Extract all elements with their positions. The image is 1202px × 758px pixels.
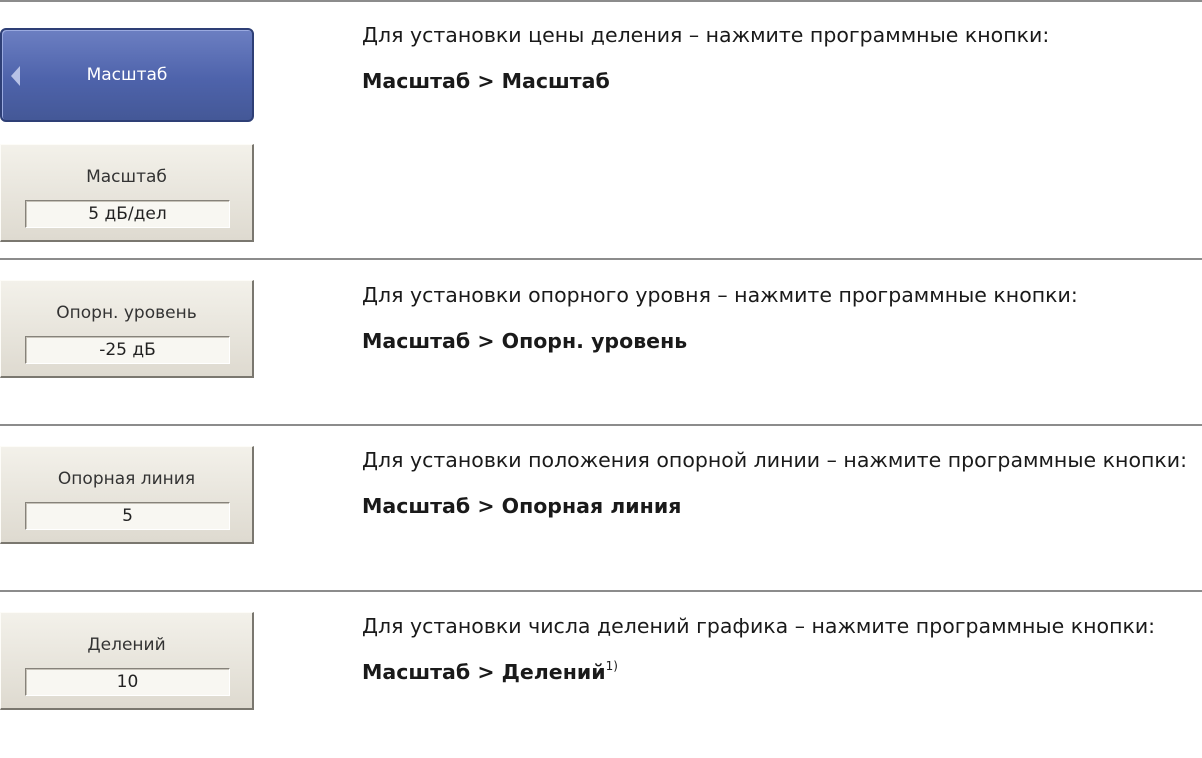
softkey-value: 5 дБ/дел [25, 200, 230, 228]
softkey-path: Масштаб > Опорная линия [362, 494, 682, 518]
footnote-mark: 1) [605, 659, 618, 673]
softkey-path: Масштаб > Делений1) [362, 657, 1188, 688]
row-description: Для установки цены деления – нажмите про… [362, 20, 1188, 97]
reference-level-softkey[interactable]: Опорн. уровень -25 дБ [0, 280, 254, 378]
description-text: Для установки цены деления – нажмите про… [362, 23, 1050, 47]
softkey-label: Масштаб [86, 167, 167, 187]
description-text: Для установки числа делений графика – на… [362, 614, 1156, 638]
scale-submenu-button[interactable]: Масштаб [0, 28, 254, 122]
row-divider [0, 590, 1202, 592]
softkey-value: 10 [25, 668, 230, 696]
row-description: Для установки положения опорной линии – … [362, 445, 1188, 522]
description-text: Для установки опорного уровня – нажмите … [362, 283, 1078, 307]
row-divider [0, 424, 1202, 426]
softkey-label: Опорная линия [57, 469, 196, 489]
softkey-label: Делений [87, 635, 166, 655]
arrow-left-icon [11, 66, 20, 86]
row-divider [0, 258, 1202, 260]
softkey-label: Опорн. уровень [56, 303, 197, 323]
softkey-path-text: Масштаб > Делений [362, 660, 606, 684]
divisions-softkey[interactable]: Делений 10 [0, 612, 254, 710]
reference-line-softkey[interactable]: Опорная линия 5 [0, 446, 254, 544]
row-description: Для установки числа делений графика – на… [362, 611, 1188, 688]
softkey-path: Масштаб > Масштаб [362, 69, 610, 93]
table-top-border [0, 0, 1202, 2]
softkey-value: 5 [25, 502, 230, 530]
submenu-button-label: Масштаб [86, 65, 168, 85]
scale-softkey[interactable]: Масштаб 5 дБ/дел [0, 144, 254, 242]
softkey-path: Масштаб > Опорн. уровень [362, 329, 688, 353]
softkey-value: -25 дБ [25, 336, 230, 364]
description-text: Для установки положения опорной линии – … [362, 448, 1187, 472]
row-description: Для установки опорного уровня – нажмите … [362, 280, 1188, 357]
